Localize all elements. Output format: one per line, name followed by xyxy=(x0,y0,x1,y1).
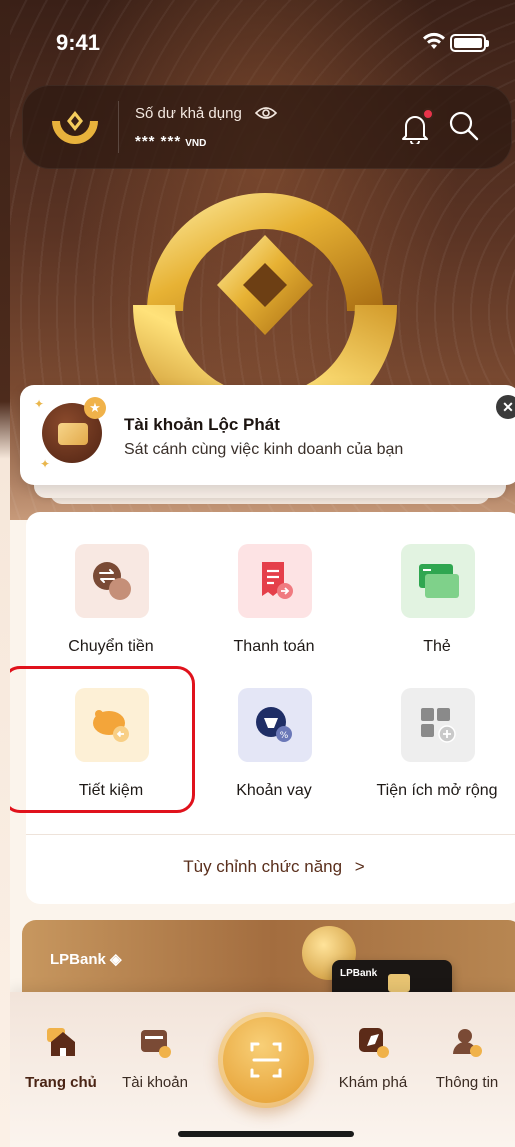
eye-icon[interactable] xyxy=(255,105,277,121)
app-screen: 9:41 Số dư khả dụng *** *** VND ✦ ✦ ★ Tà… xyxy=(10,0,515,1147)
nav-explore[interactable]: Khám phá xyxy=(328,1024,418,1091)
customize-label: Tùy chỉnh chức năng xyxy=(183,857,343,876)
nav-label: Tài khoản xyxy=(122,1074,188,1091)
balance-amount-masked: *** *** xyxy=(135,133,182,150)
scan-icon xyxy=(250,1042,282,1078)
balance-divider xyxy=(118,101,119,153)
service-loan[interactable]: % Khoản vay xyxy=(199,688,349,818)
service-label: Tiện ích mở rộng xyxy=(376,782,498,799)
lpbank-logo-icon xyxy=(52,111,98,144)
promo-subtitle: Sát cánh cùng việc kinh doanh của bạn xyxy=(124,441,404,458)
gold-emblem-icon xyxy=(133,193,397,395)
balance-card[interactable]: Số dư khả dụng *** *** VND xyxy=(22,85,512,169)
apps-grid-icon xyxy=(401,688,475,762)
savings-highlight-box xyxy=(10,666,195,813)
banner-logo: LPBank ◈ xyxy=(50,951,122,968)
nav-label: Thông tin xyxy=(435,1074,499,1091)
promo-title: Tài khoản Lộc Phát xyxy=(124,415,280,434)
transfer-icon xyxy=(75,544,149,618)
card-logo: LPBank xyxy=(340,968,378,979)
nav-label: Khám phá xyxy=(338,1074,408,1091)
service-utilities[interactable]: Tiện ích mở rộng xyxy=(362,688,512,818)
close-icon[interactable]: ✕ xyxy=(496,395,515,419)
card-icon xyxy=(401,544,475,618)
status-time: 9:41 xyxy=(56,30,101,55)
loan-icon: % xyxy=(238,688,312,762)
home-icon xyxy=(43,1024,79,1060)
banner-logo-text: LPBank xyxy=(50,951,106,968)
promo-card[interactable]: ✦ ✦ ★ Tài khoản Lộc Phát Sát cánh cùng v… xyxy=(20,385,515,485)
wifi-icon xyxy=(423,32,445,49)
sparkle-icon: ✦ xyxy=(34,397,45,411)
service-card[interactable]: Thẻ xyxy=(362,544,512,674)
notification-button[interactable] xyxy=(400,108,434,144)
search-icon[interactable] xyxy=(447,109,481,143)
bill-payment-icon xyxy=(238,544,312,618)
notification-dot xyxy=(422,108,434,120)
service-label: Chuyển tiền xyxy=(68,638,154,655)
battery-icon xyxy=(450,34,489,52)
service-transfer[interactable]: Chuyển tiền xyxy=(36,544,186,674)
screen-edge xyxy=(0,0,10,1147)
service-label: Thẻ xyxy=(423,638,451,655)
balance-value: *** *** VND xyxy=(135,133,206,150)
service-payment[interactable]: Thanh toán xyxy=(199,544,349,674)
qr-scan-button[interactable] xyxy=(218,1012,314,1108)
bottom-navigation: Trang chủ Tài khoản Khám phá Thông tin xyxy=(10,992,515,1147)
explore-icon xyxy=(355,1024,391,1060)
balance-currency: VND xyxy=(185,138,207,149)
service-label: Khoản vay xyxy=(236,782,312,799)
account-card-icon: ★ xyxy=(42,397,106,463)
chevron-right-icon: > xyxy=(354,857,365,876)
status-bar: 9:41 xyxy=(10,22,515,62)
nav-label: Trang chủ xyxy=(25,1074,97,1091)
customize-functions-link[interactable]: Tùy chỉnh chức năng > xyxy=(26,857,515,877)
home-indicator[interactable] xyxy=(178,1131,354,1137)
customize-row[interactable]: Tùy chỉnh chức năng > xyxy=(26,834,515,904)
profile-icon xyxy=(449,1024,485,1060)
nav-account[interactable]: Tài khoản xyxy=(110,1024,200,1091)
card-chip-icon xyxy=(388,974,410,992)
service-label: Thanh toán xyxy=(233,638,315,655)
svg-text:%: % xyxy=(280,731,289,741)
balance-label: Số dư khả dụng xyxy=(135,105,242,122)
sparkle-icon: ✦ xyxy=(40,457,51,471)
nav-home[interactable]: Trang chủ xyxy=(16,1024,106,1091)
wallet-icon xyxy=(137,1024,173,1060)
nav-profile[interactable]: Thông tin xyxy=(422,1024,512,1091)
